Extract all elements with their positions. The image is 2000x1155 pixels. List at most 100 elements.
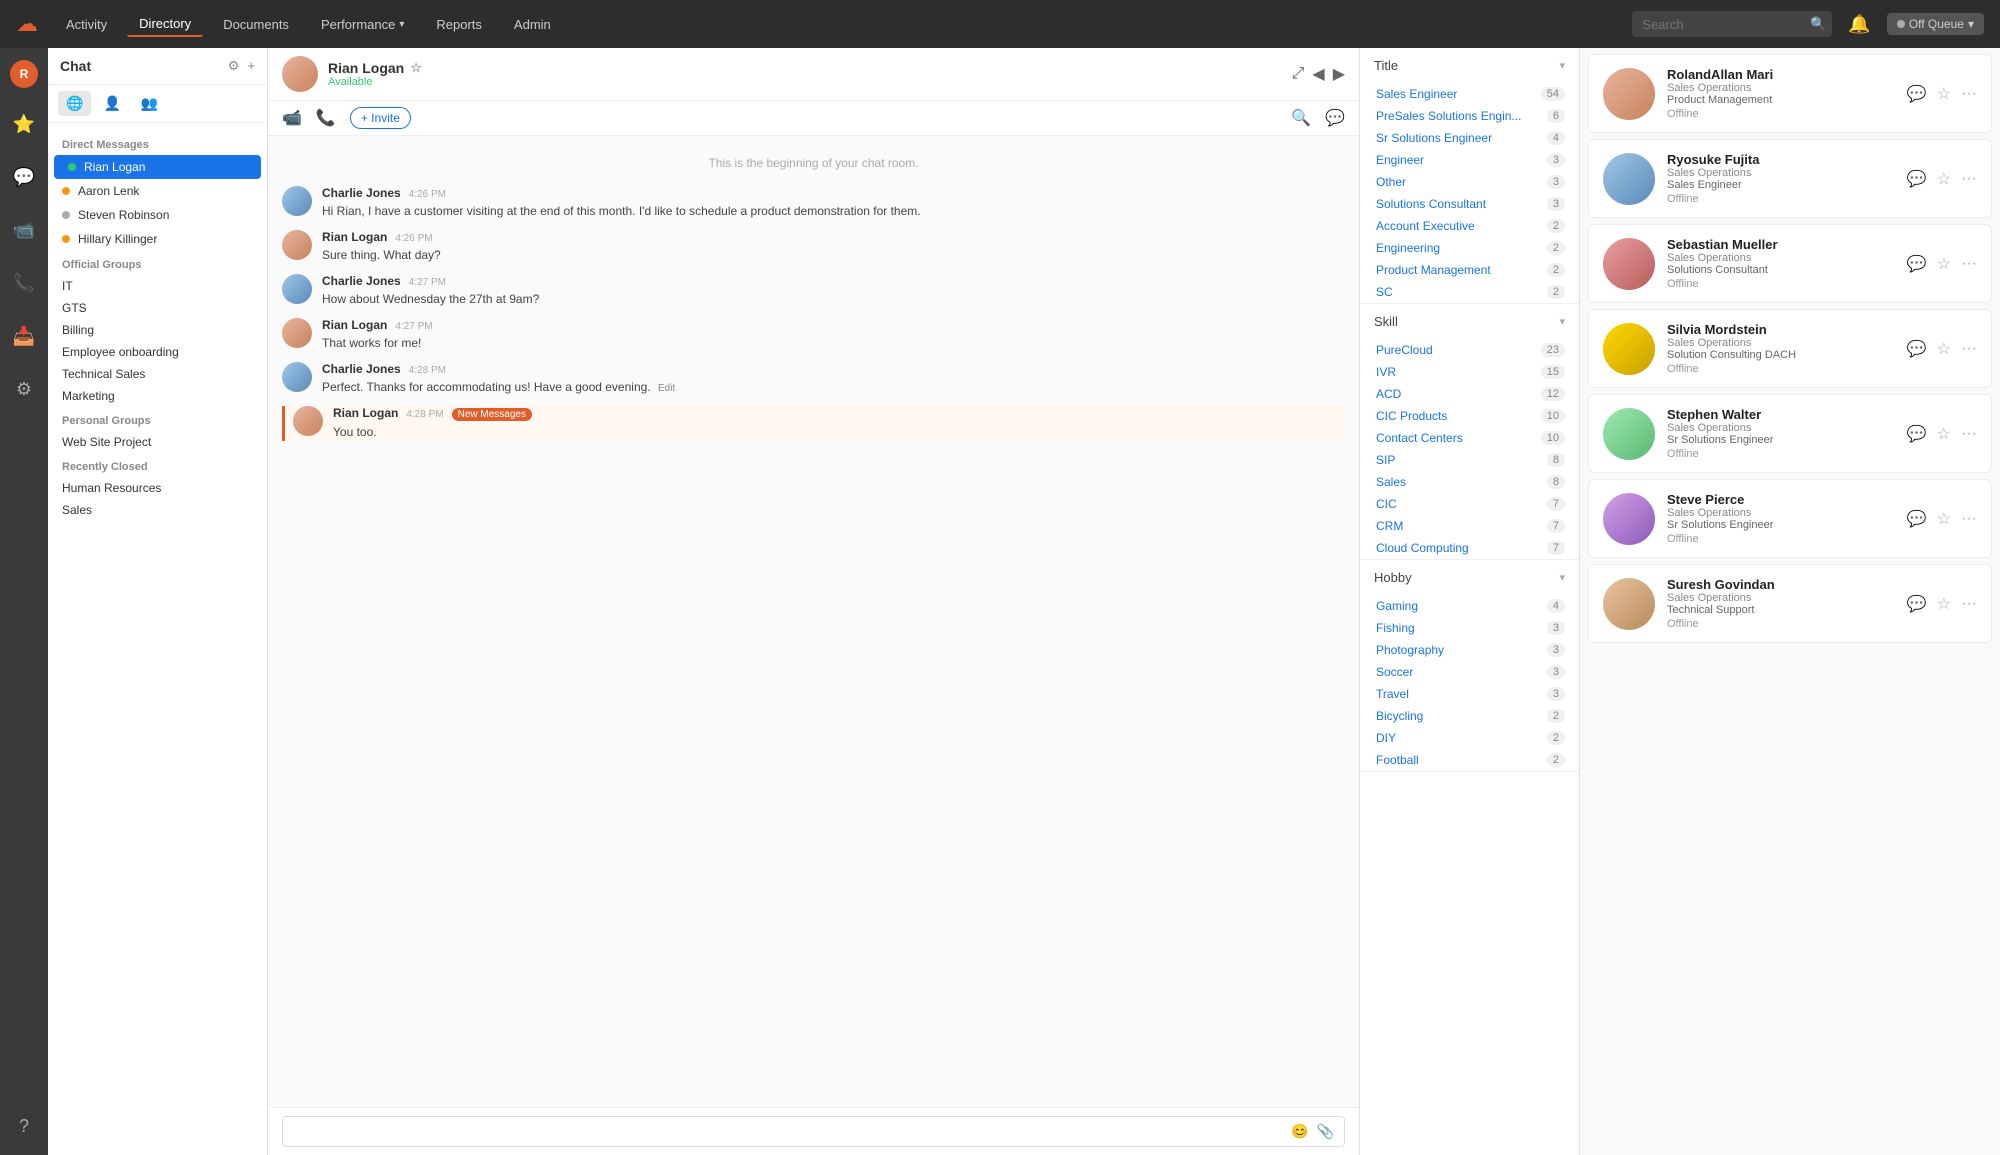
- message-icon[interactable]: 💬: [1907, 509, 1927, 529]
- help-icon[interactable]: ?: [13, 1110, 35, 1143]
- expand-icon[interactable]: ⤢: [1292, 65, 1305, 83]
- filter-item[interactable]: Soccer 3: [1360, 661, 1579, 683]
- home-icon[interactable]: ⭐: [7, 108, 41, 141]
- inbox-icon[interactable]: 📥: [7, 320, 41, 353]
- filter-item[interactable]: DIY 2: [1360, 727, 1579, 749]
- edit-label[interactable]: Edit: [658, 383, 675, 394]
- message-icon[interactable]: 💬: [1907, 339, 1927, 359]
- chat-icon[interactable]: 💬: [7, 161, 41, 194]
- star-icon[interactable]: ☆: [1937, 509, 1951, 529]
- filter-header-skill[interactable]: Skill ▾: [1360, 304, 1579, 339]
- nav-item-performance[interactable]: Performance ▾: [309, 13, 416, 36]
- filter-item[interactable]: Bicycling 2: [1360, 705, 1579, 727]
- star-icon[interactable]: ☆: [1937, 594, 1951, 614]
- more-icon[interactable]: ···: [1961, 510, 1977, 528]
- group-item-marketing[interactable]: Marketing: [48, 385, 267, 407]
- forward-icon[interactable]: ▶: [1333, 64, 1345, 84]
- star-icon[interactable]: ☆: [410, 60, 422, 76]
- tab-person[interactable]: 👤: [95, 91, 128, 116]
- filter-item[interactable]: Sales Engineer 54: [1360, 83, 1579, 105]
- video-icon[interactable]: 📹: [7, 214, 41, 247]
- filter-item[interactable]: Gaming 4: [1360, 595, 1579, 617]
- nav-item-documents[interactable]: Documents: [211, 13, 301, 36]
- more-icon[interactable]: ···: [1961, 255, 1977, 273]
- filter-item[interactable]: Account Executive 2: [1360, 215, 1579, 237]
- filter-item[interactable]: CIC 7: [1360, 493, 1579, 515]
- group-item-web-site[interactable]: Web Site Project: [48, 431, 267, 453]
- filter-item[interactable]: Football 2: [1360, 749, 1579, 771]
- message-icon[interactable]: 💬: [1907, 594, 1927, 614]
- filter-item[interactable]: Travel 3: [1360, 683, 1579, 705]
- user-avatar[interactable]: R: [10, 60, 38, 88]
- dm-item-aaron-lenk[interactable]: Aaron Lenk: [48, 179, 267, 203]
- filter-item[interactable]: Product Management 2: [1360, 259, 1579, 281]
- filter-item[interactable]: SIP 8: [1360, 449, 1579, 471]
- more-icon[interactable]: ···: [1961, 425, 1977, 443]
- filter-item[interactable]: IVR 15: [1360, 361, 1579, 383]
- filter-header-title[interactable]: Title ▾: [1360, 48, 1579, 83]
- filter-item[interactable]: Sales 8: [1360, 471, 1579, 493]
- phone-icon[interactable]: 📞: [7, 267, 41, 300]
- star-icon[interactable]: ☆: [1937, 424, 1951, 444]
- group-item-gts[interactable]: GTS: [48, 297, 267, 319]
- filter-item[interactable]: Contact Centers 10: [1360, 427, 1579, 449]
- filter-item[interactable]: Other 3: [1360, 171, 1579, 193]
- status-indicator[interactable]: Off Queue ▾: [1887, 13, 1984, 35]
- group-item-billing[interactable]: Billing: [48, 319, 267, 341]
- dm-item-steven-robinson[interactable]: Steven Robinson: [48, 203, 267, 227]
- more-icon[interactable]: ···: [1961, 340, 1977, 358]
- invite-button[interactable]: + Invite: [350, 107, 411, 129]
- filter-item[interactable]: Sr Solutions Engineer 4: [1360, 127, 1579, 149]
- search-input[interactable]: [1642, 17, 1802, 32]
- filter-item[interactable]: Engineer 3: [1360, 149, 1579, 171]
- group-item-technical-sales[interactable]: Technical Sales: [48, 363, 267, 385]
- filter-header-hobby[interactable]: Hobby ▾: [1360, 560, 1579, 595]
- filter-item[interactable]: CIC Products 10: [1360, 405, 1579, 427]
- attachment-icon[interactable]: 📎: [1317, 1123, 1334, 1140]
- nav-item-directory[interactable]: Directory: [127, 12, 203, 37]
- nav-item-admin[interactable]: Admin: [502, 13, 563, 36]
- filter-item[interactable]: PureCloud 23: [1360, 339, 1579, 361]
- more-icon[interactable]: ···: [1961, 595, 1977, 613]
- dm-item-rian-logan[interactable]: Rian Logan: [54, 155, 261, 179]
- chat-message-input[interactable]: [293, 1125, 1291, 1139]
- filter-item[interactable]: Fishing 3: [1360, 617, 1579, 639]
- message-icon[interactable]: 💬: [1907, 254, 1927, 274]
- filter-item[interactable]: PreSales Solutions Engin... 6: [1360, 105, 1579, 127]
- message-icon[interactable]: 💬: [1907, 169, 1927, 189]
- nav-item-activity[interactable]: Activity: [54, 13, 119, 36]
- settings-icon[interactable]: ⚙: [228, 58, 240, 74]
- back-icon[interactable]: ◀: [1312, 64, 1324, 84]
- filter-item[interactable]: SC 2: [1360, 281, 1579, 303]
- star-icon[interactable]: ☆: [1937, 169, 1951, 189]
- filter-item[interactable]: ACD 12: [1360, 383, 1579, 405]
- emoji-icon[interactable]: 😊: [1291, 1123, 1308, 1140]
- more-icon[interactable]: ···: [1961, 170, 1977, 188]
- filter-item[interactable]: Cloud Computing 7: [1360, 537, 1579, 559]
- add-chat-icon[interactable]: +: [247, 58, 255, 74]
- filter-item[interactable]: Solutions Consultant 3: [1360, 193, 1579, 215]
- more-icon[interactable]: 💬: [1325, 108, 1345, 128]
- message-icon[interactable]: 💬: [1907, 84, 1927, 104]
- group-item-human-resources[interactable]: Human Resources: [48, 477, 267, 499]
- more-icon[interactable]: ···: [1961, 85, 1977, 103]
- star-icon[interactable]: ☆: [1937, 339, 1951, 359]
- search-icon[interactable]: 🔍: [1291, 108, 1311, 128]
- notifications-bell[interactable]: 🔔: [1840, 10, 1878, 39]
- group-item-it[interactable]: IT: [48, 275, 267, 297]
- phone-call-icon[interactable]: 📞: [316, 108, 336, 128]
- star-icon[interactable]: ☆: [1937, 84, 1951, 104]
- nav-item-reports[interactable]: Reports: [424, 13, 494, 36]
- group-item-sales[interactable]: Sales: [48, 499, 267, 521]
- video-call-icon[interactable]: 📹: [282, 108, 302, 128]
- settings-icon[interactable]: ⚙: [10, 373, 38, 406]
- message-icon[interactable]: 💬: [1907, 424, 1927, 444]
- dm-item-hillary-killinger[interactable]: Hillary Killinger: [48, 227, 267, 251]
- filter-item[interactable]: Photography 3: [1360, 639, 1579, 661]
- group-item-employee-onboarding[interactable]: Employee onboarding: [48, 341, 267, 363]
- global-search[interactable]: 🔍: [1632, 11, 1832, 37]
- filter-item[interactable]: CRM 7: [1360, 515, 1579, 537]
- chat-input-box[interactable]: 😊 📎: [282, 1116, 1345, 1147]
- tab-group[interactable]: 👥: [133, 91, 166, 116]
- tab-globe[interactable]: 🌐: [58, 91, 91, 116]
